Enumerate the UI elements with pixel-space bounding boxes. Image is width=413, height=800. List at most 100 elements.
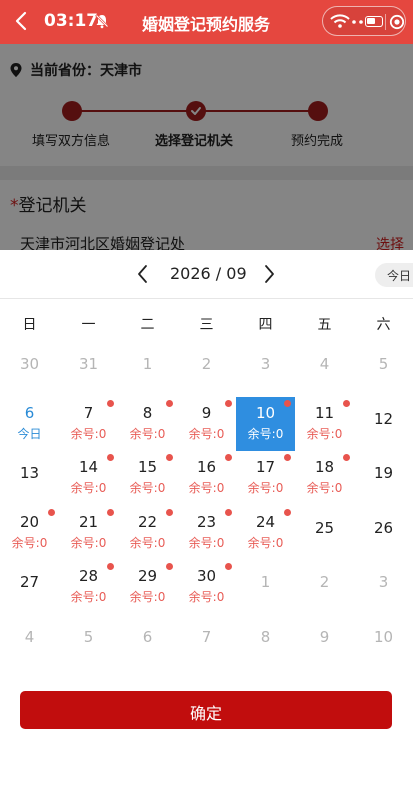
day-number: 30 (19, 355, 40, 373)
day-number: 27 (19, 573, 40, 591)
calendar-day[interactable]: 30 余号:0 (177, 560, 236, 614)
calendar-day[interactable]: 21 余号:0 (59, 506, 118, 560)
day-number: 3 (260, 355, 271, 373)
calendar-day[interactable]: 20 余号:0 (0, 506, 59, 560)
calendar-day[interactable]: 13 (0, 451, 59, 505)
calendar-day: 2 (177, 342, 236, 396)
calendar-sheet: 2026 / 09 今日 日一二三四五六 30 31 1 2 3 4 5 6 今日 7 余号:0 8 余… (0, 250, 413, 800)
prev-month-icon[interactable] (134, 263, 152, 285)
calendar-day[interactable]: 16 余号:0 (177, 451, 236, 505)
calendar-day: 3 (236, 342, 295, 396)
calendar-day[interactable]: 10 余号:0 (236, 396, 295, 451)
calendar-day: 5 (354, 342, 413, 396)
remaining-slots: 余号:0 (70, 426, 107, 441)
mini-program-capsule[interactable] (322, 6, 406, 36)
today-button[interactable]: 今日 (375, 263, 413, 287)
remaining-slots: 余号:0 (306, 481, 343, 495)
day-number: 6 (142, 627, 153, 646)
remaining-slots: 余号:0 (188, 426, 225, 441)
remaining-slots: 今日 (17, 426, 42, 441)
battery-icon (365, 16, 383, 27)
calendar-day[interactable]: 8 余号:0 (118, 397, 177, 451)
calendar-day[interactable]: 25 (295, 506, 354, 560)
remaining-slots: 余号:0 (188, 481, 225, 495)
day-number: 9 (319, 627, 330, 646)
availability-dot (166, 563, 173, 570)
capsule-divider (385, 14, 386, 30)
calendar-day: 31 (59, 342, 118, 396)
nav-bar: 03:17 婚姻登记预约服务 (0, 0, 413, 44)
day-number: 2 (201, 355, 212, 373)
day-number: 26 (373, 518, 394, 537)
weekday-label: 六 (376, 317, 391, 333)
remaining-slots: 余号:0 (306, 426, 343, 441)
day-number: 10 (373, 627, 394, 646)
calendar-day[interactable]: 17 余号:0 (236, 451, 295, 505)
close-target-icon[interactable] (389, 14, 405, 30)
day-number: 5 (83, 627, 94, 646)
calendar-day[interactable]: 18 余号:0 (295, 451, 354, 505)
calendar-day[interactable]: 11 余号:0 (295, 397, 354, 451)
calendar-day[interactable]: 26 (354, 506, 413, 560)
status-time: 03:17 (44, 11, 99, 31)
nav-divider (0, 298, 413, 299)
day-number: 25 (314, 518, 335, 537)
day-number: 4 (24, 627, 35, 646)
calendar-day[interactable]: 6 今日 (0, 397, 59, 451)
calendar-day: 8 (236, 615, 295, 669)
calendar-day[interactable]: 29 余号:0 (118, 560, 177, 614)
remaining-slots: 余号:0 (11, 535, 48, 550)
availability-dot (107, 563, 114, 570)
availability-dot (166, 399, 173, 407)
availability-dot (48, 508, 55, 516)
back-arrow-icon[interactable] (10, 8, 32, 34)
day-number: 19 (373, 464, 394, 482)
remaining-slots: 余号:0 (247, 535, 284, 550)
availability-dot (225, 399, 232, 407)
calendar-day: 30 (0, 342, 59, 396)
mute-bell-icon (95, 14, 109, 29)
calendar-day[interactable]: 7 余号:0 (59, 397, 118, 451)
next-month-icon[interactable] (260, 263, 278, 285)
calendar-day: 7 (177, 615, 236, 669)
calendar-day[interactable]: 22 余号:0 (118, 506, 177, 560)
remaining-slots: 余号:0 (70, 481, 107, 495)
calendar-day: 5 (59, 615, 118, 669)
calendar-day: 4 (0, 615, 59, 669)
availability-dot (107, 399, 114, 407)
availability-dot (343, 399, 350, 407)
calendar-day: 1 (118, 342, 177, 396)
remaining-slots: 余号:0 (188, 590, 225, 604)
day-number: 3 (378, 573, 389, 591)
day-number: 8 (260, 627, 271, 646)
day-number: 1 (142, 355, 153, 373)
calendar-day[interactable]: 15 余号:0 (118, 451, 177, 505)
calendar-day[interactable]: 9 余号:0 (177, 397, 236, 451)
calendar-day[interactable]: 24 余号:0 (236, 506, 295, 560)
calendar-day[interactable]: 12 (354, 397, 413, 451)
availability-dot (166, 508, 173, 516)
calendar-day[interactable]: 14 余号:0 (59, 451, 118, 505)
availability-dot (107, 508, 114, 516)
calendar-day: 4 (295, 342, 354, 396)
remaining-slots: 余号:0 (70, 590, 107, 604)
availability-dot (284, 508, 291, 516)
weekday-label: 三 (199, 317, 214, 333)
page-title: 婚姻登记预约服务 (142, 15, 271, 34)
weekday-label: 五 (317, 317, 332, 333)
confirm-button[interactable]: 确定 (20, 691, 392, 729)
remaining-slots: 余号:0 (129, 481, 166, 495)
calendar-day[interactable]: 28 余号:0 (59, 560, 118, 614)
modal-overlay[interactable] (0, 44, 413, 250)
availability-dot (225, 454, 232, 461)
calendar-day[interactable]: 23 余号:0 (177, 506, 236, 560)
more-dots-icon[interactable] (351, 19, 365, 25)
weekday-label: 二 (140, 317, 155, 333)
calendar-day[interactable]: 27 (0, 560, 59, 614)
day-number: 31 (78, 355, 99, 373)
day-number: 5 (378, 355, 389, 373)
calendar-day[interactable]: 19 (354, 451, 413, 505)
day-number: 13 (19, 464, 40, 482)
remaining-slots: 余号:0 (70, 535, 107, 550)
weekday-label: 日 (22, 317, 37, 333)
